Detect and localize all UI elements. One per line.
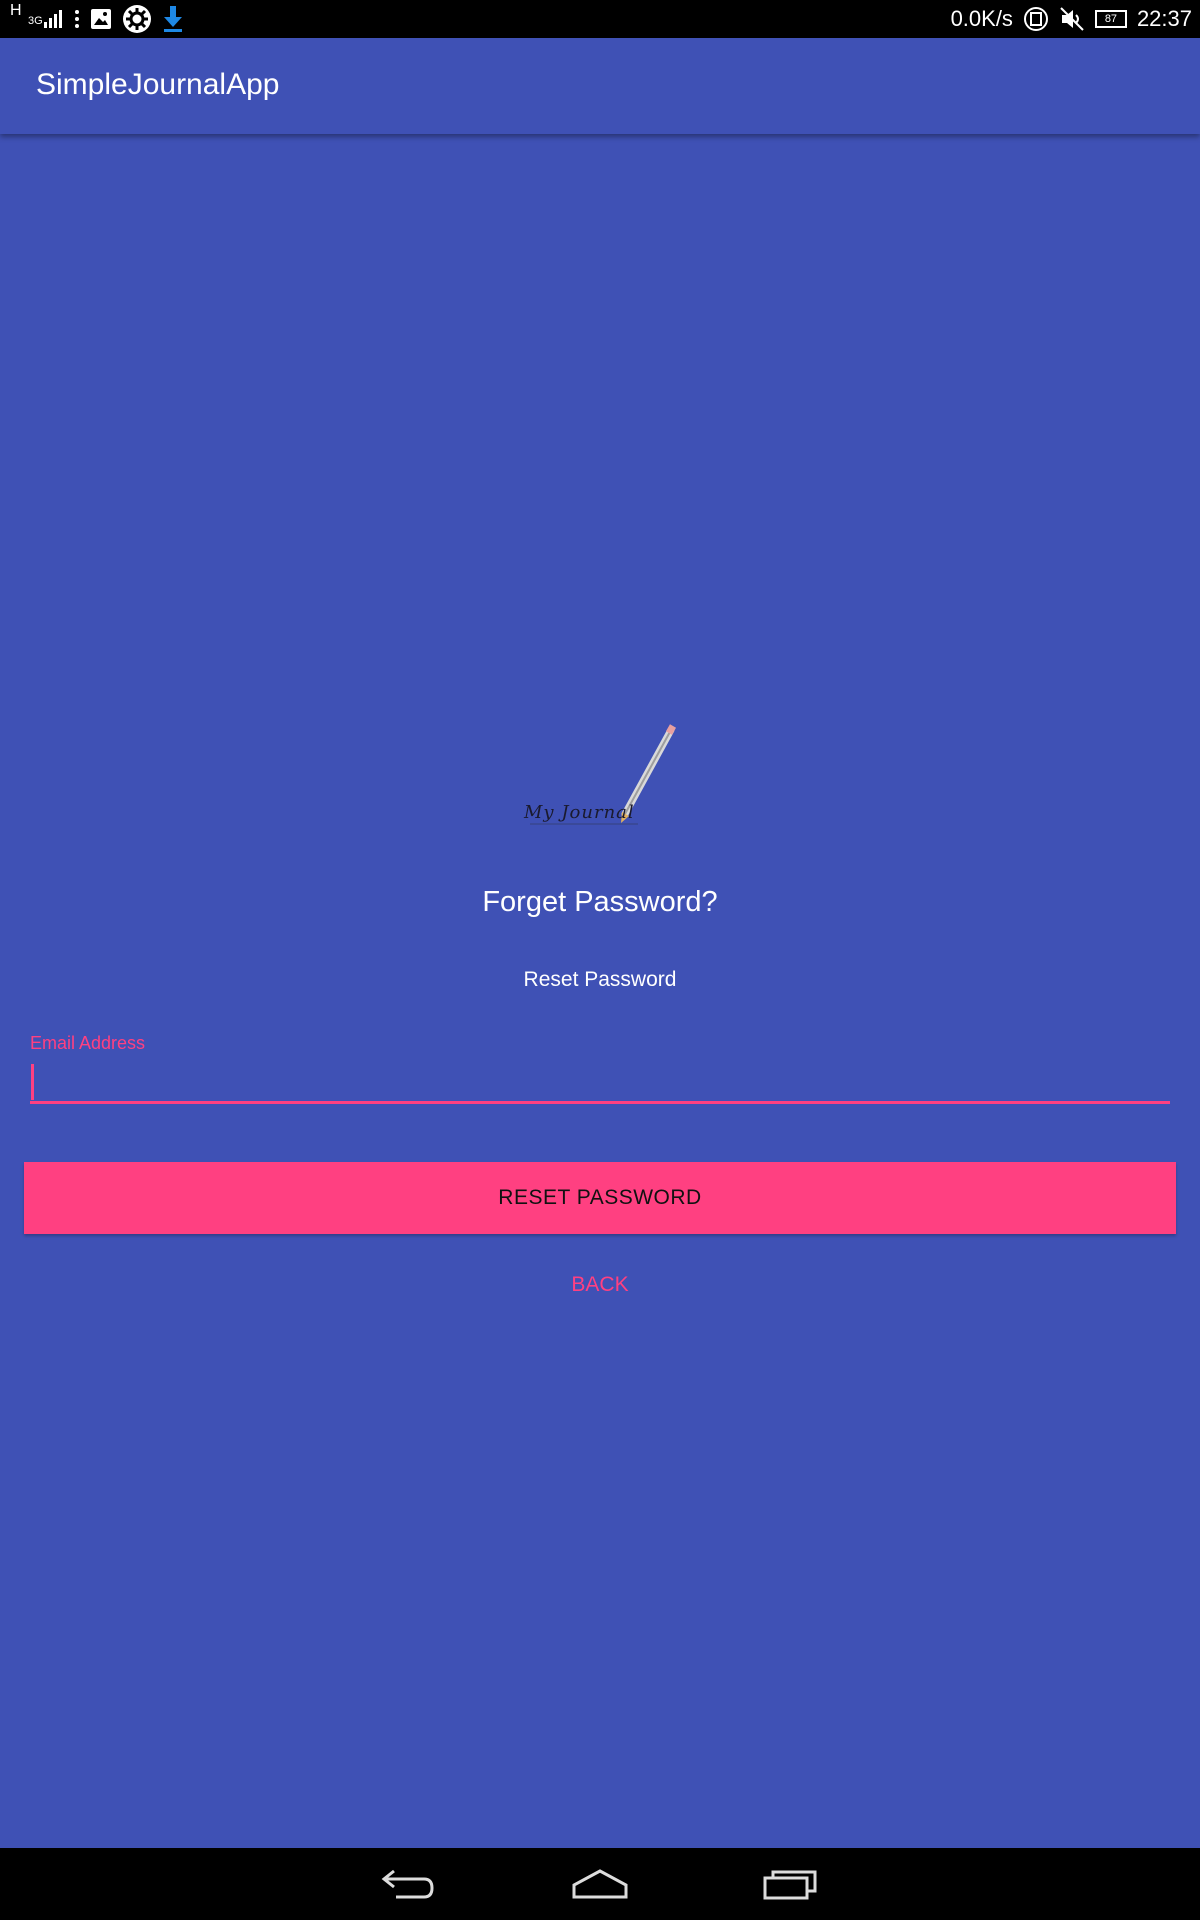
home-icon[interactable] xyxy=(565,1862,635,1906)
status-bar-right: 0.0K/s 87 22:37 xyxy=(951,4,1192,34)
navigation-bar xyxy=(0,1848,1200,1920)
signal-icon: H 3G xyxy=(8,2,64,34)
download-icon xyxy=(162,6,184,32)
email-field[interactable] xyxy=(30,1060,1170,1104)
email-field-label: Email Address xyxy=(30,1033,146,1053)
image-icon xyxy=(90,8,112,30)
battery-icon: 87 xyxy=(1094,10,1127,28)
back-icon[interactable] xyxy=(373,1862,443,1906)
logo-script-text: My Journal xyxy=(524,802,635,823)
text-cursor xyxy=(31,1064,34,1100)
clock: 22:37 xyxy=(1136,6,1192,31)
mute-icon xyxy=(1059,6,1085,32)
rotation-icon xyxy=(1023,6,1049,32)
recents-icon[interactable] xyxy=(756,1862,826,1906)
page-subtitle: Reset Password xyxy=(523,968,677,991)
reset-password-button[interactable]: RESET PASSWORD xyxy=(24,1162,1176,1234)
status-bar: H 3G 0.0K/s 87 22:37 xyxy=(0,0,1200,38)
page-title: Forget Password? xyxy=(482,886,718,918)
more-vert-icon xyxy=(74,9,80,29)
signal-label: 3G xyxy=(28,15,43,27)
app-bar: SimpleJournalApp xyxy=(0,38,1200,134)
journal-logo: My Journal xyxy=(520,722,680,838)
app-title: SimpleJournalApp xyxy=(36,68,280,101)
status-bar-left: H 3G xyxy=(8,2,184,34)
network-type: H xyxy=(10,2,22,19)
back-button[interactable]: BACK xyxy=(500,1262,700,1308)
battery-level: 87 xyxy=(1104,12,1118,25)
gear-icon xyxy=(122,4,152,34)
net-speed: 0.0K/s xyxy=(950,6,1013,31)
